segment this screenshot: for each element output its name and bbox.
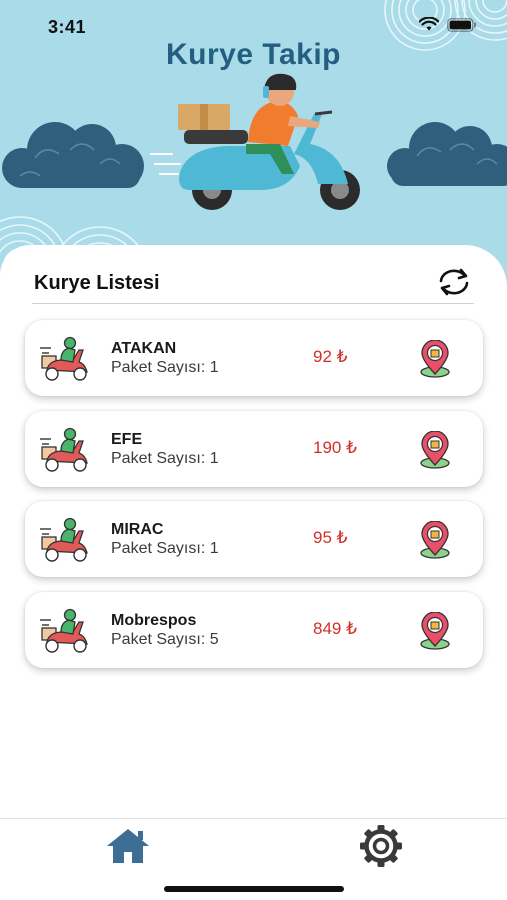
cloud-decoration	[387, 122, 507, 186]
courier-name: Mobrespos	[111, 611, 197, 629]
list-header: Kurye Listesi	[32, 262, 474, 304]
courier-amount: 92 ₺	[313, 347, 348, 366]
cloud-decoration	[2, 122, 144, 188]
courier-packet-count: Paket Sayısı: 5	[111, 630, 219, 648]
status-bar: 3:41	[0, 0, 507, 48]
location-pin-icon[interactable]	[418, 430, 452, 469]
courier-scooter-icon	[40, 517, 88, 562]
courier-amount: 95 ₺	[313, 528, 348, 547]
courier-packet-count: Paket Sayısı: 1	[111, 540, 219, 557]
status-time: 3:41	[48, 17, 87, 37]
gear-icon	[360, 825, 402, 867]
courier-scooter-illustration	[150, 73, 360, 210]
courier-list: ATAKAN Paket Sayısı: 1 92 ₺ EFE Paket Sa…	[25, 320, 483, 682]
wifi-icon	[419, 17, 439, 31]
courier-card[interactable]: ATAKAN Paket Sayısı: 1 92 ₺	[25, 320, 483, 396]
courier-amount: 849 ₺	[313, 618, 357, 638]
courier-name: ATAKAN	[111, 340, 177, 357]
tab-home[interactable]	[105, 826, 151, 866]
home-icon	[107, 829, 149, 863]
refresh-button[interactable]	[434, 266, 474, 298]
courier-card[interactable]: Mobrespos Paket Sayısı: 5 849 ₺	[25, 591, 483, 668]
tab-settings[interactable]	[357, 824, 405, 868]
battery-icon	[447, 17, 476, 32]
courier-packet-count: Paket Sayısı: 1	[111, 449, 219, 467]
location-pin-icon[interactable]	[418, 521, 452, 559]
courier-name: MIRAC	[111, 521, 164, 538]
home-indicator	[164, 886, 344, 892]
refresh-icon	[439, 268, 469, 296]
tab-bar	[0, 818, 507, 900]
courier-scooter-icon	[40, 427, 88, 472]
courier-scooter-icon	[40, 336, 88, 381]
courier-name: EFE	[111, 430, 143, 448]
location-pin-icon[interactable]	[418, 340, 452, 378]
list-title: Kurye Listesi	[34, 272, 160, 294]
courier-packet-count: Paket Sayısı: 1	[111, 359, 219, 376]
courier-card[interactable]: MIRAC Paket Sayısı: 1 95 ₺	[25, 501, 483, 577]
courier-scooter-icon	[40, 608, 88, 653]
location-pin-icon[interactable]	[418, 611, 452, 650]
courier-amount: 190 ₺	[313, 437, 357, 457]
courier-card[interactable]: EFE Paket Sayısı: 1 190 ₺	[25, 410, 483, 487]
